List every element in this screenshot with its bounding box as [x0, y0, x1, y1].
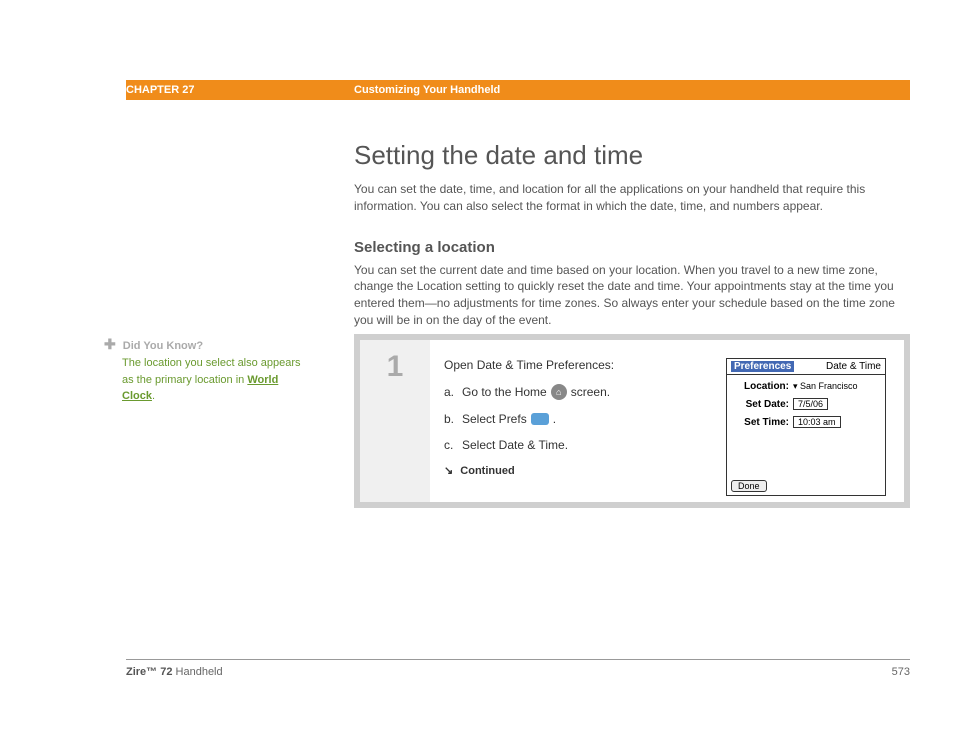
prefs-icon: [531, 413, 549, 425]
step-box: 1 Open Date & Time Preferences: a. Go to…: [354, 334, 910, 508]
date-row: Set Date: 7/5/06: [735, 398, 877, 410]
chapter-title: Customizing Your Handheld: [354, 84, 500, 96]
step-b: b. Select Prefs .: [444, 412, 712, 426]
continued-indicator: ↘ Continued: [444, 464, 712, 477]
product-name: Zire™ 72 Handheld: [126, 666, 223, 678]
main-content: Setting the date and time You can set th…: [354, 140, 910, 347]
time-row: Set Time: 10:03 am: [735, 416, 877, 428]
device-header: Preferences Date & Time: [727, 359, 885, 375]
location-row: Location: ▾ San Francisco: [735, 381, 877, 392]
location-dropdown[interactable]: ▾ San Francisco: [793, 381, 858, 392]
plus-icon: ✚: [104, 336, 116, 352]
section-heading: Selecting a location: [354, 239, 910, 256]
chapter-header-bar: CHAPTER 27 Customizing Your Handheld: [44, 80, 910, 100]
tip-header: Did You Know?: [123, 340, 203, 352]
section-paragraph: You can set the current date and time ba…: [354, 262, 910, 329]
device-header-right: Date & Time: [826, 361, 881, 372]
step-number: 1: [387, 350, 404, 502]
intro-paragraph: You can set the date, time, and location…: [354, 181, 910, 215]
device-header-left: Preferences: [731, 361, 794, 372]
page-heading: Setting the date and time: [354, 140, 910, 171]
step-title: Open Date & Time Preferences:: [444, 358, 712, 372]
step-number-column: 1: [360, 340, 430, 502]
step-c: c. Select Date & Time.: [444, 438, 712, 452]
sidebar-tip: ✚ Did You Know? The location you select …: [104, 334, 304, 405]
page-number: 573: [892, 666, 910, 678]
chapter-number: CHAPTER 27: [126, 84, 354, 96]
home-icon: ⌂: [551, 384, 567, 400]
step-a: a. Go to the Home ⌂ screen.: [444, 384, 712, 400]
continued-arrow-icon: ↘: [444, 464, 453, 477]
date-field[interactable]: 7/5/06: [793, 398, 828, 410]
step-instructions: Open Date & Time Preferences: a. Go to t…: [430, 340, 726, 502]
tip-body: The location you select also appears as …: [104, 355, 304, 405]
time-field[interactable]: 10:03 am: [793, 416, 841, 428]
device-screenshot: Preferences Date & Time Location: ▾ San …: [726, 358, 886, 496]
page-footer: Zire™ 72 Handheld 573: [126, 659, 910, 678]
done-button[interactable]: Done: [731, 480, 767, 492]
